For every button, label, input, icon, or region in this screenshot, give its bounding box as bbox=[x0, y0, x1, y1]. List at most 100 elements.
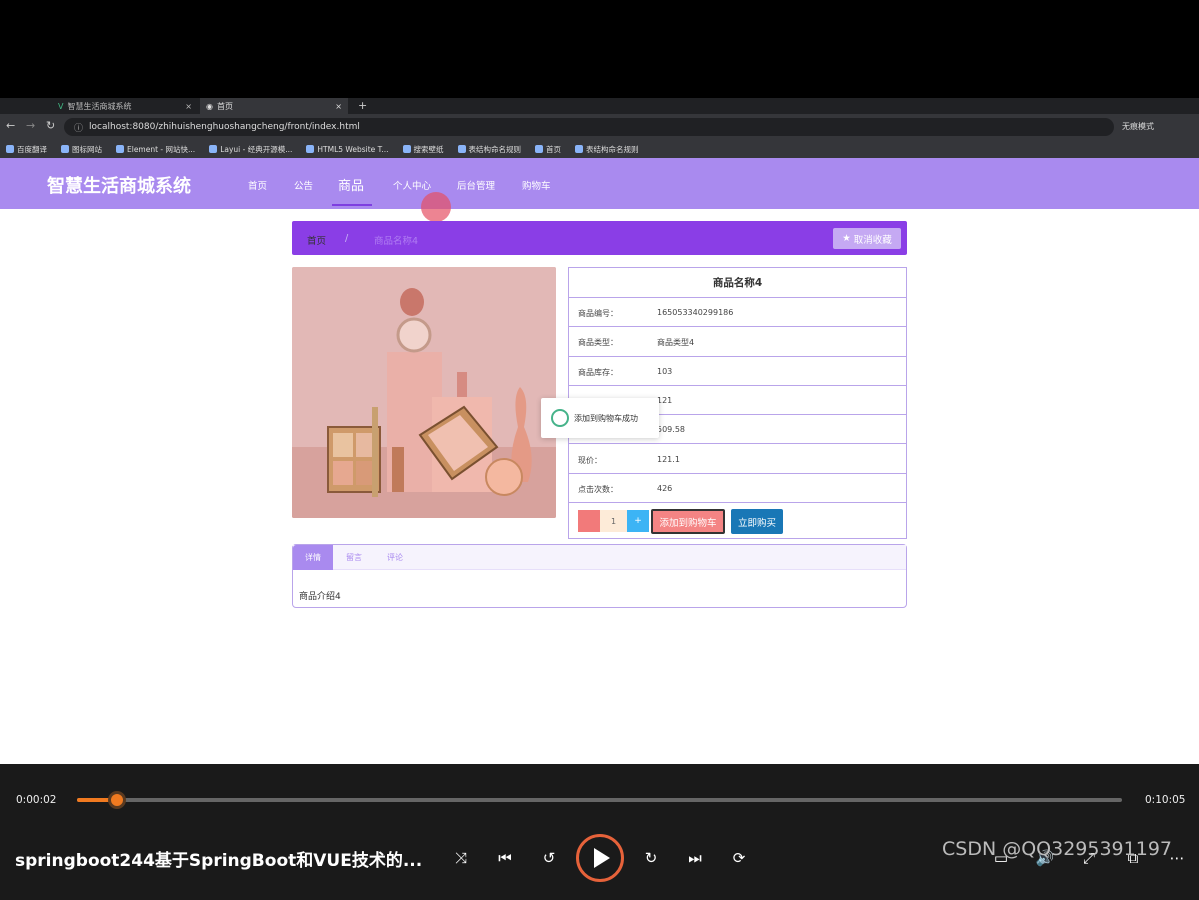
info-row: 点击次数： 426 bbox=[569, 474, 906, 504]
browser-tab-label: 首页 bbox=[216, 101, 233, 111]
bookmark-label: 搜索壁纸 bbox=[413, 144, 444, 154]
bookmark-label: 首页 bbox=[546, 144, 562, 154]
nav-active-indicator bbox=[332, 204, 372, 206]
new-tab-icon[interactable]: + bbox=[358, 99, 367, 112]
bookmark[interactable]: Layui - 经典开源模... bbox=[209, 144, 292, 155]
info-row: 现价： 121.1 bbox=[569, 445, 906, 474]
nav-item-profile[interactable]: 个人中心 bbox=[393, 178, 431, 192]
toast-message: 添加到购物车成功 bbox=[574, 413, 638, 423]
browser-tab[interactable]: ◉ 首页 × bbox=[200, 98, 348, 114]
info-row: 商品类型： 商品类型4 bbox=[569, 327, 906, 357]
bookmark[interactable]: 表结构命名规则 bbox=[575, 144, 639, 155]
tab-comments[interactable]: 评论 bbox=[387, 552, 403, 563]
info-key: 点击次数： bbox=[578, 484, 618, 494]
info-key: 商品编号： bbox=[578, 309, 618, 318]
bookmark[interactable]: 首页 bbox=[535, 144, 561, 155]
rewind-icon[interactable]: ↺ bbox=[539, 848, 559, 868]
bookmark-icon bbox=[116, 145, 124, 153]
info-value: 121.1 bbox=[657, 454, 680, 464]
info-value: 121 bbox=[657, 395, 673, 405]
bookmark-icon bbox=[306, 145, 315, 153]
bookmark-icon bbox=[6, 145, 14, 153]
bookmarks-bar: 百度翻译 图标网站 Element - 网站快... Layui - 经典开源模… bbox=[0, 140, 1199, 158]
tab-details[interactable]: 详情 bbox=[293, 545, 333, 570]
bookmark[interactable]: Element - 网站快... bbox=[116, 144, 195, 155]
bookmark-icon bbox=[457, 145, 466, 153]
seek-handle[interactable] bbox=[108, 791, 126, 809]
tab-content: 商品介绍4 bbox=[299, 592, 341, 602]
bookmark-icon bbox=[209, 145, 218, 153]
forward-icon[interactable]: → bbox=[26, 119, 35, 132]
info-row: 商品库存： 103 bbox=[569, 357, 906, 386]
star-icon: ★ bbox=[842, 233, 851, 244]
nav-item-products[interactable]: 商品 bbox=[338, 175, 364, 194]
tab-messages[interactable]: 留言 bbox=[346, 552, 362, 563]
video-title: springboot244基于SpringBoot和VUE技术的... bbox=[15, 851, 423, 871]
back-icon[interactable]: ← bbox=[6, 119, 15, 132]
quantity-minus-button[interactable] bbox=[578, 510, 600, 532]
info-icon: ⓘ bbox=[74, 123, 84, 134]
bookmark-label: HTML5 Website T... bbox=[317, 144, 389, 154]
close-icon[interactable]: × bbox=[335, 102, 342, 111]
url-text: localhost:8080/zhihuishenghuoshangcheng/… bbox=[89, 122, 360, 132]
forward-30-icon[interactable]: ↻ bbox=[641, 848, 661, 868]
bookmark-label: 百度翻译 bbox=[17, 144, 47, 154]
add-to-cart-button[interactable]: 添加到购物车 bbox=[651, 509, 725, 534]
url-input[interactable]: ⓘ localhost:8080/zhihuishenghuoshangchen… bbox=[64, 118, 1114, 136]
browser-tabbar: V 智慧生活商城系统 × ◉ 首页 × + bbox=[0, 98, 1199, 114]
nav-item-cart[interactable]: 购物车 bbox=[522, 178, 551, 192]
info-key: 商品类型： bbox=[578, 338, 618, 348]
info-value: 509.58 bbox=[657, 425, 685, 435]
product-image bbox=[292, 267, 556, 518]
bookmark[interactable]: 图标网站 bbox=[61, 144, 102, 155]
unfavorite-label: 取消收藏 bbox=[853, 234, 892, 246]
globe-icon: ◉ bbox=[206, 101, 213, 111]
bookmark[interactable]: 百度翻译 bbox=[6, 144, 47, 155]
nav-item-admin[interactable]: 后台管理 bbox=[457, 178, 495, 192]
success-toast: 添加到购物车成功 bbox=[541, 398, 659, 438]
bookmark[interactable]: 搜索壁纸 bbox=[402, 144, 444, 155]
next-icon[interactable]: ⏭ bbox=[685, 848, 705, 868]
info-key: 商品库存： bbox=[578, 367, 618, 377]
bookmark-icon bbox=[535, 145, 544, 153]
watermark: CSDN @QQ3295391197 bbox=[942, 838, 1173, 860]
close-icon[interactable]: × bbox=[185, 102, 192, 111]
quantity-plus-button[interactable]: + bbox=[627, 510, 649, 532]
bookmark-label: 表结构命名规则 bbox=[468, 144, 522, 154]
reload-icon[interactable]: ↻ bbox=[46, 119, 55, 132]
cursor-highlight bbox=[421, 192, 451, 222]
buy-now-button[interactable]: 立即购买 bbox=[731, 509, 783, 534]
info-value: 426 bbox=[657, 483, 673, 493]
bookmark-icon bbox=[61, 145, 69, 153]
browser-tab[interactable]: V 智慧生活商城系统 × bbox=[52, 98, 198, 114]
info-row: 商品编号： 165053340299186 bbox=[569, 298, 906, 328]
unfavorite-button[interactable]: ★ 取消收藏 bbox=[833, 228, 901, 249]
shuffle-icon[interactable]: ⤨ bbox=[451, 848, 471, 868]
tab-header bbox=[293, 545, 906, 570]
breadcrumb-home[interactable]: 首页 bbox=[307, 233, 326, 247]
breadcrumb-current: 商品名称4 bbox=[374, 236, 419, 247]
quantity-input[interactable]: 1 bbox=[600, 510, 627, 532]
product-title: 商品名称4 bbox=[569, 268, 906, 298]
nav-item-notice[interactable]: 公告 bbox=[294, 178, 313, 192]
play-button[interactable] bbox=[576, 834, 624, 882]
previous-icon[interactable]: ⏮ bbox=[495, 848, 515, 868]
info-key: 现价： bbox=[578, 455, 602, 465]
seek-bar[interactable] bbox=[77, 798, 1122, 802]
bookmark[interactable]: HTML5 Website T... bbox=[306, 144, 389, 154]
repeat-off-icon[interactable]: ⟳ bbox=[729, 848, 749, 868]
elapsed-time: 0:00:02 bbox=[16, 794, 57, 806]
bookmark-icon bbox=[575, 145, 584, 153]
bookmark-label: Layui - 经典开源模... bbox=[220, 144, 293, 154]
total-duration: 0:10:05 bbox=[1145, 794, 1186, 806]
play-icon bbox=[594, 848, 610, 868]
profile-label[interactable]: 无痕模式 bbox=[1122, 121, 1154, 132]
nav-item-home[interactable]: 首页 bbox=[248, 178, 267, 192]
smile-icon bbox=[551, 409, 569, 427]
bookmark[interactable]: 表结构命名规则 bbox=[457, 144, 522, 155]
bookmark-label: 表结构命名规则 bbox=[586, 144, 639, 154]
info-value: 165053340299186 bbox=[657, 308, 734, 317]
site-brand[interactable]: 智慧生活商城系统 bbox=[47, 172, 191, 198]
browser-tab-label: 智慧生活商城系统 bbox=[67, 101, 132, 111]
bookmark-icon bbox=[402, 145, 411, 153]
